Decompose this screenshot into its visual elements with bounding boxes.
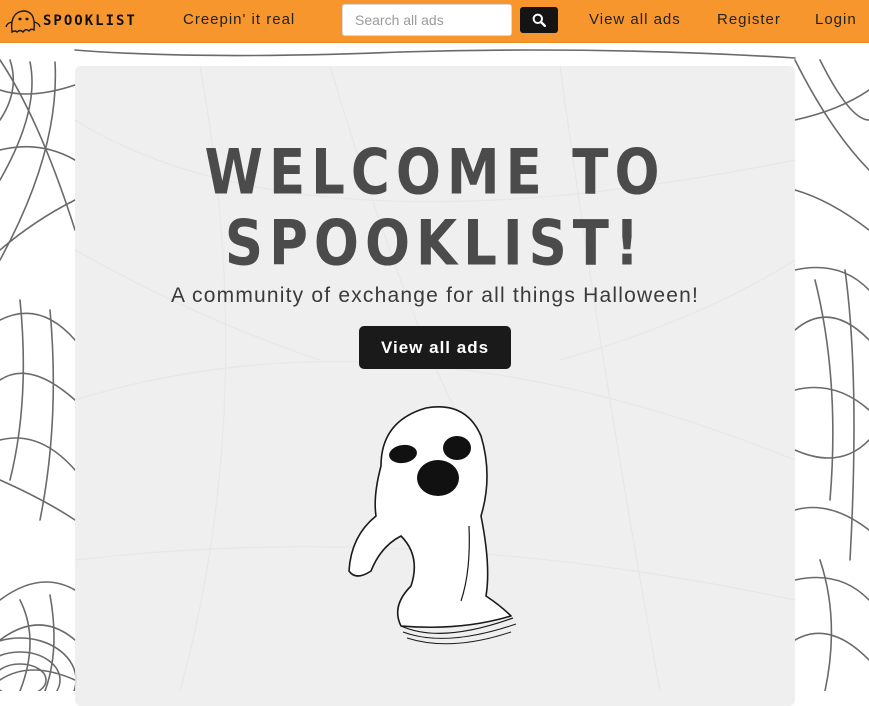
nav-login[interactable]: Login	[815, 11, 857, 28]
brand-logo[interactable]: SPOOKLIST	[4, 6, 137, 36]
view-all-ads-button[interactable]: View all ads	[359, 326, 511, 369]
hero-title: WELCOME TO SPOOKLIST!	[204, 136, 666, 280]
search-icon	[532, 13, 546, 27]
hero-panel: WELCOME TO SPOOKLIST! A community of exc…	[75, 66, 795, 706]
brand-name: SPOOKLIST	[43, 13, 137, 29]
ghost-icon	[5, 10, 41, 34]
nav-view-all-ads[interactable]: View all ads	[589, 11, 681, 28]
ghost-illustration	[348, 406, 517, 645]
search-button[interactable]	[520, 7, 558, 33]
search-input[interactable]	[342, 4, 512, 36]
nav-register[interactable]: Register	[717, 11, 781, 28]
tagline: Creepin' it real	[183, 11, 296, 28]
hero-subtitle: A community of exchange for all things H…	[170, 284, 700, 307]
navbar: SPOOKLIST Creepin' it real View all ads …	[0, 0, 869, 43]
